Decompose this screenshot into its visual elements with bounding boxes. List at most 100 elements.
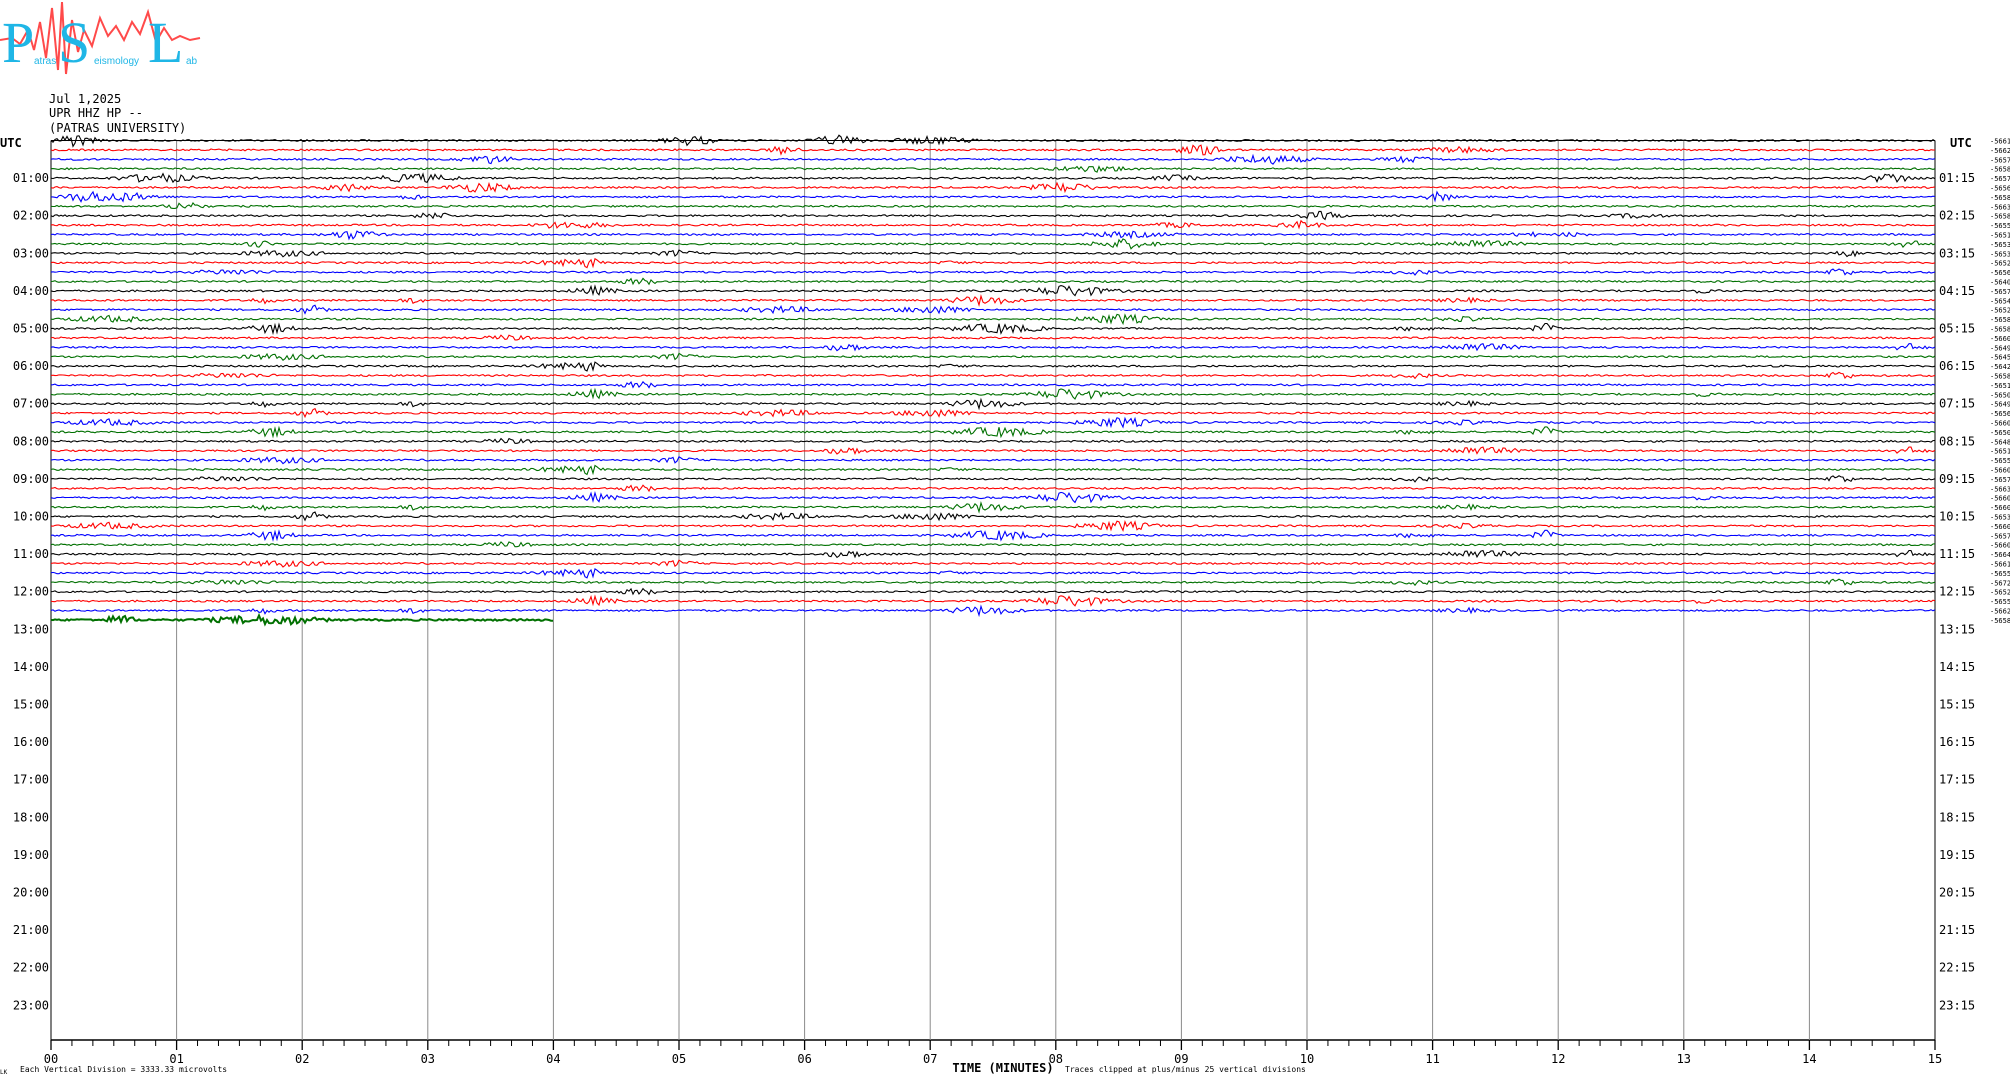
trace-offset-label: -5650	[1990, 429, 2010, 437]
trace-offset-label: -5661	[1990, 138, 2010, 146]
trace-line	[50, 587, 1936, 596]
right-hour-label: 05:15	[1939, 322, 1975, 336]
x-tick-label: 11	[1425, 1052, 1439, 1066]
trace-offset-label: -5651	[1990, 232, 2010, 240]
x-tick-label: 13	[1677, 1052, 1691, 1066]
left-hour-label: 09:00	[13, 472, 49, 486]
x-tick-label: 02	[295, 1052, 309, 1066]
trace-line	[50, 334, 1936, 341]
left-hour-label: 07:00	[13, 397, 49, 411]
trace-offset-label: -5660	[1990, 542, 2010, 550]
trace-offset-label: -5652	[1990, 589, 2010, 597]
right-hour-label: 20:15	[1939, 886, 1975, 900]
trace-offset-label: -5658	[1990, 166, 2010, 174]
left-hour-label: 08:00	[13, 434, 49, 448]
left-hour-label: 06:00	[13, 359, 49, 373]
trace-offset-label: -5658	[1990, 617, 2010, 625]
trace-offset-label: -5660	[1990, 335, 2010, 343]
trace-line	[50, 541, 1936, 548]
left-hour-label: 17:00	[13, 773, 49, 787]
trace-offset-label: -5653	[1990, 250, 2010, 258]
trace-line	[50, 284, 1936, 297]
left-hour-label: 12:00	[13, 585, 49, 599]
right-hour-label: 09:15	[1939, 472, 1975, 486]
trace-line	[50, 361, 1936, 372]
trace-line	[50, 446, 1936, 455]
trace-line	[50, 407, 1936, 419]
right-hour-label: 22:15	[1939, 961, 1975, 975]
trace-line	[50, 144, 1936, 156]
trace-offset-label: -5640	[1990, 279, 2010, 287]
trace-offset-label: -5660	[1990, 495, 2010, 503]
x-tick-label: 14	[1802, 1052, 1816, 1066]
trace-offset-label: -5660	[1990, 420, 2010, 428]
trace-line	[50, 230, 1936, 241]
left-hour-label: 11:00	[13, 547, 49, 561]
x-tick-label: 06	[797, 1052, 811, 1066]
trace-offset-label: -5658	[1990, 326, 2010, 334]
trace-line	[50, 257, 1936, 269]
trace-offset-label: -5651	[1990, 448, 2010, 456]
trace-line	[50, 529, 1936, 542]
trace-offset-label: -5658	[1990, 316, 2010, 324]
trace-offset-label: -5652	[1990, 260, 2010, 268]
trace-line	[50, 425, 1936, 439]
left-hour-label: 02:00	[13, 209, 49, 223]
footer-clip-note: Traces clipped at plus/minus 25 vertical…	[1065, 1065, 1306, 1074]
trace-offset-label: -5656	[1990, 269, 2010, 277]
trace-offset-label: -5654	[1990, 297, 2010, 305]
trace-line	[50, 249, 1936, 258]
right-hour-label: 16:15	[1939, 735, 1975, 749]
trace-offset-label: -5653	[1990, 241, 2010, 249]
trace-line	[50, 371, 1936, 380]
trace-offset-label: -5660	[1990, 523, 2010, 531]
x-tick-label: 15	[1928, 1052, 1942, 1066]
trace-line	[50, 456, 1936, 465]
trace-offset-label: -5658	[1990, 194, 2010, 202]
trace-line	[50, 578, 1936, 587]
trace-offset-label: -5655	[1990, 457, 2010, 465]
trace-line	[50, 520, 1936, 532]
left-hour-label: 23:00	[13, 998, 49, 1012]
trace-offset-label: -5660	[1990, 467, 2010, 475]
trace-offset-label: -5661	[1990, 561, 2010, 569]
right-hour-label: 06:15	[1939, 359, 1975, 373]
trace-offset-label: -5648	[1990, 438, 2010, 446]
x-tick-label: 09	[1174, 1052, 1188, 1066]
right-hour-label: 12:15	[1939, 585, 1975, 599]
left-hour-label: 05:00	[13, 322, 49, 336]
trace-offset-label: -5657	[1990, 476, 2010, 484]
x-axis-title: TIME (MINUTES)	[952, 1061, 1053, 1075]
right-hour-label: 23:15	[1939, 998, 1975, 1012]
trace-line	[51, 190, 1936, 203]
trace-line	[50, 343, 1936, 352]
x-tick-label: 04	[546, 1052, 560, 1066]
trace-line	[50, 559, 1936, 568]
left-hour-label: 16:00	[13, 735, 49, 749]
right-hour-label: 19:15	[1939, 848, 1975, 862]
trace-offset-label: -5655	[1990, 222, 2010, 230]
trace-offset-label: -5652	[1990, 307, 2010, 315]
x-tick-label: 05	[672, 1052, 686, 1066]
x-tick-label: 00	[44, 1052, 58, 1066]
trace-offset-label: -5657	[1990, 175, 2010, 183]
trace-offset-label: -5657	[1990, 288, 2010, 296]
left-utc-label: UTC	[0, 136, 22, 150]
trace-line	[50, 172, 1936, 184]
footer-scale-note: Each Vertical Division = 3333.33 microvo…	[20, 1065, 227, 1074]
trace-offset-label: -5642	[1990, 363, 2010, 371]
right-hour-label: 07:15	[1939, 397, 1975, 411]
right-hour-label: 13:15	[1939, 622, 1975, 636]
trace-line	[50, 153, 1936, 165]
trace-offset-label: -5655	[1990, 570, 2010, 578]
corner-mark: LK	[0, 1069, 8, 1076]
trace-line	[50, 181, 1936, 194]
right-hour-label: 17:15	[1939, 773, 1975, 787]
trace-offset-label: -5658	[1990, 373, 2010, 381]
x-tick-label: 10	[1300, 1052, 1314, 1066]
trace-line	[50, 604, 1936, 618]
left-hour-label: 15:00	[13, 698, 49, 712]
trace-line	[50, 464, 1936, 476]
minute-gridlines	[176, 140, 1810, 1040]
left-hour-label: 13:00	[13, 622, 49, 636]
